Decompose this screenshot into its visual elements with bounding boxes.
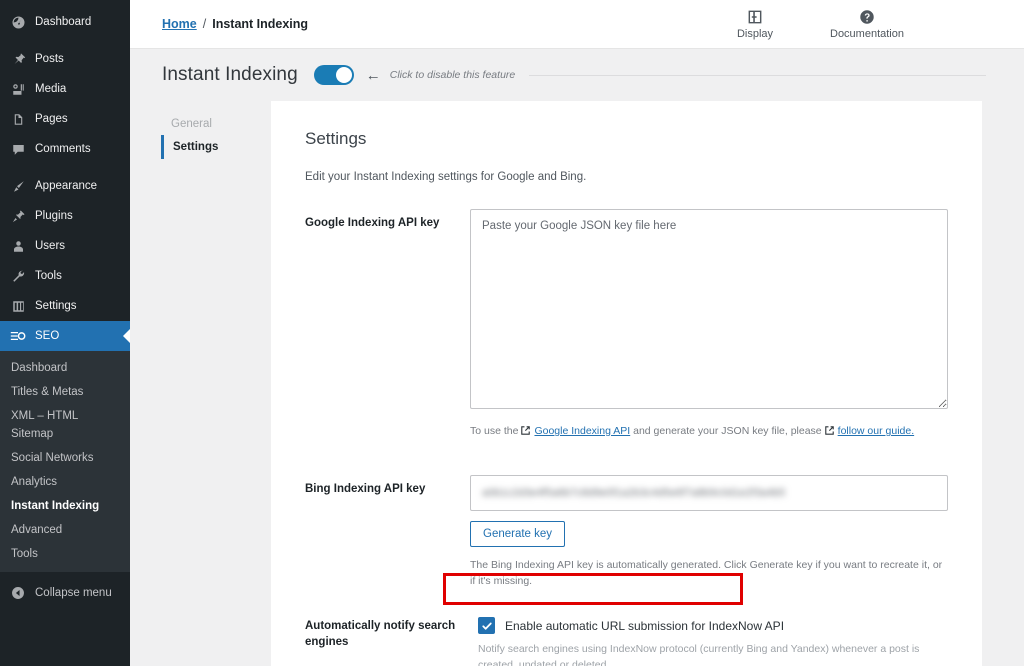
external-link-icon — [520, 425, 531, 441]
notify-description: Notify search engines using IndexNow pro… — [478, 643, 920, 666]
header-divider — [529, 74, 986, 76]
feature-toggle[interactable] — [313, 65, 354, 85]
page-title: Instant Indexing — [162, 64, 298, 85]
sidebar-item-appearance[interactable]: Appearance — [0, 171, 130, 201]
collapse-menu-label: Collapse menu — [35, 587, 112, 599]
google-help-middle: and generate your JSON key file, please — [633, 425, 822, 437]
display-label: Display — [736, 28, 774, 40]
settings-tab-nav: General Settings — [161, 101, 271, 666]
admin-sidebar: Dashboard Posts Media Pages Comments App… — [0, 0, 130, 666]
sidebar-item-seo[interactable]: SEO — [0, 321, 130, 351]
submenu-item-tools[interactable]: Tools — [0, 542, 130, 566]
submenu-item-advanced[interactable]: Advanced — [0, 518, 130, 542]
settings-intro: Edit your Instant Indexing settings for … — [305, 171, 587, 183]
app-window: Dashboard Posts Media Pages Comments App… — [0, 0, 1024, 666]
google-key-field-row: Google Indexing API key To use the Google… — [305, 209, 948, 441]
bing-key-control: a0b1c2d3e4f5a6b7c8d9e0f1a2b3c4d5e6f7a8b9… — [470, 475, 948, 589]
page-header: Instant Indexing ← Click to disable this… — [130, 49, 1024, 101]
sidebar-item-label: Pages — [35, 113, 68, 125]
seo-submenu: Dashboard Titles & Metas XML – HTML Site… — [0, 351, 130, 572]
generate-key-button[interactable]: Generate key — [470, 521, 566, 547]
collapse-menu-button[interactable]: Collapse menu — [0, 578, 130, 608]
sidebar-item-label: Posts — [35, 53, 64, 65]
indexnow-checkbox-row: Enable automatic URL submission for Inde… — [470, 612, 948, 638]
toggle-knob — [335, 67, 352, 83]
wrench-icon — [8, 266, 28, 286]
sidebar-item-label: Tools — [35, 270, 62, 282]
top-bar-actions: Display Documentation — [718, 8, 1024, 40]
sidebar-item-pages[interactable]: Pages — [0, 104, 130, 134]
layout-icon — [747, 8, 763, 25]
bing-api-key-input[interactable]: a0b1c2d3e4f5a6b7c8d9e0f1a2b3c4d5e6f7a8b9… — [470, 475, 948, 511]
sidebar-item-plugins[interactable]: Plugins — [0, 201, 130, 231]
sidebar-item-label: Plugins — [35, 210, 73, 222]
toggle-hint: Click to disable this feature — [389, 69, 516, 81]
google-key-label: Google Indexing API key — [305, 217, 440, 229]
submenu-item-titles-metas[interactable]: Titles & Metas — [0, 380, 130, 404]
plug-icon — [8, 206, 28, 226]
sidebar-item-comments[interactable]: Comments — [0, 134, 130, 164]
breadcrumb: Home / Instant Indexing — [162, 17, 308, 31]
user-icon — [8, 236, 28, 256]
sidebar-item-posts[interactable]: Posts — [0, 44, 130, 74]
indexnow-checkbox[interactable] — [478, 617, 495, 634]
google-help-prefix: To use the — [470, 425, 519, 437]
external-link-icon — [824, 425, 835, 441]
breadcrumb-home-link[interactable]: Home — [162, 17, 197, 31]
sidebar-item-label: Dashboard — [35, 16, 92, 28]
submenu-item-dashboard[interactable]: Dashboard — [0, 356, 130, 380]
notify-control: Enable automatic URL submission for Inde… — [470, 612, 948, 666]
sidebar-item-label: SEO — [35, 330, 60, 342]
sidebar-item-label: Appearance — [35, 180, 98, 192]
submenu-item-instant-indexing[interactable]: Instant Indexing — [0, 494, 130, 518]
sidebar-item-tools[interactable]: Tools — [0, 261, 130, 291]
settings-heading: Settings — [305, 129, 367, 148]
arrow-left-icon: ← — [365, 66, 381, 84]
documentation-button[interactable]: Documentation — [830, 8, 904, 40]
help-circle-icon — [859, 8, 875, 25]
tab-group-label-general: General — [171, 118, 212, 130]
top-bar: Home / Instant Indexing Display Document… — [130, 0, 1024, 49]
main-area: Home / Instant Indexing Display Document… — [130, 0, 1024, 666]
sliders-icon — [8, 296, 28, 316]
breadcrumb-separator: / — [202, 17, 207, 31]
breadcrumb-current: Instant Indexing — [212, 17, 309, 31]
bing-key-field-row: Bing Indexing API key a0b1c2d3e4f5a6b7c8… — [305, 475, 948, 589]
sidebar-item-label: Users — [35, 240, 66, 252]
collapse-arrow-icon — [8, 583, 28, 603]
pages-icon — [8, 109, 28, 129]
sidebar-item-label: Comments — [35, 143, 91, 155]
google-api-key-input[interactable] — [470, 209, 948, 409]
brush-icon — [8, 176, 28, 196]
dashboard-icon — [8, 12, 28, 32]
settings-card: Settings Edit your Instant Indexing sett… — [271, 101, 982, 666]
media-icon — [8, 79, 28, 99]
sidebar-item-label: Settings — [35, 300, 77, 312]
sidebar-item-dashboard[interactable]: Dashboard — [0, 7, 130, 37]
sidebar-item-users[interactable]: Users — [0, 231, 130, 261]
display-button[interactable]: Display — [718, 8, 792, 40]
comments-icon — [8, 139, 28, 159]
sidebar-item-media[interactable]: Media — [0, 74, 130, 104]
bing-api-key-value: a0b1c2d3e4f5a6b7c8d9e0f1a2b3c4d5e6f7a8b9… — [482, 487, 786, 499]
notify-field-row: Automatically notify search engines Enab… — [305, 612, 948, 666]
follow-our-guide-link[interactable]: follow our guide. — [838, 425, 914, 437]
bing-key-label: Bing Indexing API key — [305, 483, 426, 495]
indexnow-checkbox-label[interactable]: Enable automatic URL submission for Inde… — [505, 619, 784, 633]
seo-icon — [8, 326, 28, 346]
pin-icon — [8, 49, 28, 69]
google-key-control: To use the Google Indexing API and genera… — [470, 209, 948, 441]
sidebar-item-settings[interactable]: Settings — [0, 291, 130, 321]
tab-settings[interactable]: Settings — [161, 135, 271, 159]
submenu-item-social-networks[interactable]: Social Networks — [0, 446, 130, 470]
content-wrapper: General Settings Settings Edit your Inst… — [130, 101, 1024, 666]
sidebar-item-label: Media — [35, 83, 67, 95]
submenu-item-xml-html-sitemap[interactable]: XML – HTML Sitemap — [0, 404, 130, 446]
notify-label: Automatically notify search engines — [305, 620, 456, 648]
google-key-help: To use the Google Indexing API and genera… — [470, 423, 948, 441]
submenu-item-analytics[interactable]: Analytics — [0, 470, 130, 494]
documentation-label: Documentation — [830, 28, 904, 40]
bing-key-help: The Bing Indexing API key is automatical… — [470, 559, 943, 587]
google-indexing-api-link[interactable]: Google Indexing API — [534, 425, 630, 437]
